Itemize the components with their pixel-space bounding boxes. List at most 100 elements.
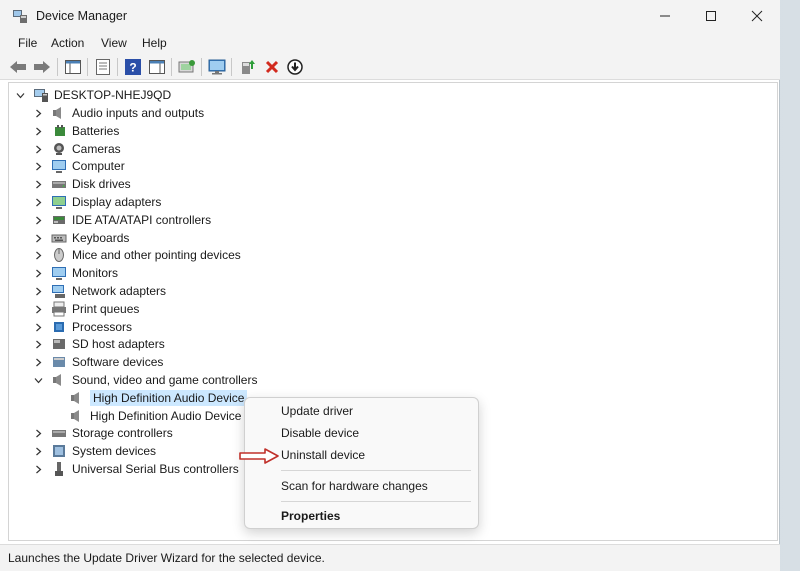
- ctx-separator: [281, 470, 471, 471]
- chevron-right-icon[interactable]: [33, 446, 43, 456]
- chevron-right-icon[interactable]: [33, 339, 43, 349]
- close-button[interactable]: [734, 0, 780, 32]
- update-driver-button[interactable]: [238, 57, 258, 77]
- tree-item-label: IDE ATA/ATAPI controllers: [72, 213, 212, 227]
- scan-changes-button[interactable]: [177, 57, 197, 77]
- menu-help[interactable]: Help: [142, 36, 167, 50]
- ctx-update-driver[interactable]: Update driver: [281, 404, 353, 418]
- tree-category[interactable]: Cameras: [33, 140, 121, 158]
- chevron-right-icon[interactable]: [33, 161, 43, 171]
- device-category-icon: [52, 285, 65, 298]
- tree-item-label: Audio inputs and outputs: [72, 106, 205, 120]
- chevron-right-icon[interactable]: [33, 179, 43, 189]
- device-category-icon: [52, 181, 66, 188]
- tree-item-label: Storage controllers: [72, 426, 173, 440]
- update-driver-icon: [242, 60, 255, 74]
- action-pane-button[interactable]: [147, 57, 167, 77]
- chevron-right-icon[interactable]: [33, 126, 43, 136]
- ctx-disable-device[interactable]: Disable device: [281, 426, 359, 440]
- tree-category[interactable]: Mice and other pointing devices: [33, 246, 241, 264]
- menu-action[interactable]: Action: [51, 36, 84, 50]
- computer-icon: [34, 89, 48, 102]
- ctx-uninstall-device[interactable]: Uninstall device: [281, 448, 365, 462]
- svg-text:?: ?: [129, 61, 136, 75]
- tree-item-label: Computer: [72, 159, 125, 173]
- chevron-down-icon[interactable]: [33, 375, 43, 385]
- forward-icon: [34, 61, 50, 73]
- device-category-icon: [71, 392, 79, 404]
- tree-category[interactable]: Software devices: [33, 353, 163, 371]
- device-category-icon: [52, 267, 66, 280]
- device-category-icon: [51, 234, 67, 243]
- tree-category[interactable]: Processors: [33, 318, 132, 336]
- tree-category[interactable]: Sound, video and game controllers: [33, 371, 257, 389]
- tree-item-label: SD host adapters: [72, 337, 165, 351]
- help-button[interactable]: ?: [123, 57, 143, 77]
- chevron-right-icon[interactable]: [33, 268, 43, 278]
- chevron-right-icon[interactable]: [33, 464, 43, 474]
- chevron-right-icon[interactable]: [33, 197, 43, 207]
- properties-button[interactable]: [93, 57, 113, 77]
- tree-category[interactable]: Print queues: [33, 300, 139, 318]
- chevron-right-icon[interactable]: [33, 144, 43, 154]
- computer-button[interactable]: [207, 57, 227, 77]
- tree-item-label: Network adapters: [72, 284, 167, 298]
- tree-item-label: Monitors: [72, 266, 119, 280]
- console-tree-button[interactable]: [63, 57, 83, 77]
- window-title: Device Manager: [36, 9, 128, 23]
- tree-category[interactable]: Keyboards: [33, 229, 129, 247]
- tree-category[interactable]: SD host adapters: [33, 335, 165, 353]
- chevron-right-icon[interactable]: [33, 304, 43, 314]
- tree-item-label: Print queues: [72, 302, 140, 316]
- device-category-icon: [54, 322, 64, 332]
- help-icon: ?: [125, 59, 141, 75]
- menu-view[interactable]: View: [101, 36, 127, 50]
- tree-category[interactable]: Network adapters: [33, 282, 166, 300]
- chevron-down-icon[interactable]: [15, 90, 25, 100]
- tree-category[interactable]: Display adapters: [33, 193, 161, 211]
- toolbar-separator: [87, 58, 88, 76]
- tree-category[interactable]: Computer: [33, 157, 125, 175]
- uninstall-button[interactable]: [262, 57, 282, 77]
- tree-category[interactable]: Disk drives: [33, 175, 131, 193]
- device-category-icon: [54, 143, 64, 155]
- tree-category[interactable]: Universal Serial Bus controllers: [33, 460, 239, 478]
- chevron-right-icon[interactable]: [33, 428, 43, 438]
- menu-file[interactable]: File: [18, 36, 37, 50]
- annotation-arrow-icon: [239, 448, 279, 464]
- disable-device-button[interactable]: [285, 57, 305, 77]
- chevron-right-icon[interactable]: [33, 233, 43, 243]
- close-icon: [751, 10, 763, 22]
- disable-device-icon: [287, 59, 303, 75]
- back-button[interactable]: [8, 57, 28, 77]
- chevron-right-icon[interactable]: [33, 286, 43, 296]
- tree-category[interactable]: Monitors: [33, 264, 118, 282]
- tree-device-item[interactable]: High Definition Audio Device: [69, 407, 241, 425]
- maximize-button[interactable]: [688, 0, 734, 32]
- chevron-right-icon[interactable]: [33, 215, 43, 225]
- toolbar-separator: [171, 58, 172, 76]
- toolbar: ?: [0, 54, 780, 80]
- device-category-icon: [71, 410, 79, 422]
- chevron-right-icon[interactable]: [33, 250, 43, 260]
- tree-category[interactable]: System devices: [33, 442, 156, 460]
- toolbar-separator: [117, 58, 118, 76]
- minimize-icon: [660, 15, 670, 17]
- tree-root[interactable]: DESKTOP-NHEJ9QD: [15, 86, 171, 104]
- tree-category[interactable]: Batteries: [33, 122, 119, 140]
- ctx-properties[interactable]: Properties: [281, 509, 340, 523]
- tree-category[interactable]: Storage controllers: [33, 424, 173, 442]
- tree-category[interactable]: Audio inputs and outputs: [33, 104, 204, 122]
- chevron-right-icon[interactable]: [33, 108, 43, 118]
- tree-device-item[interactable]: High Definition Audio Device: [69, 389, 248, 407]
- title-bar: Device Manager: [0, 0, 780, 32]
- device-category-icon: [52, 430, 66, 437]
- minimize-button[interactable]: [642, 0, 688, 32]
- chevron-right-icon[interactable]: [33, 357, 43, 367]
- tree-category[interactable]: IDE ATA/ATAPI controllers: [33, 211, 211, 229]
- device-category-icon: [54, 248, 64, 262]
- chevron-right-icon[interactable]: [33, 322, 43, 332]
- ctx-scan-hardware[interactable]: Scan for hardware changes: [281, 479, 428, 493]
- forward-button[interactable]: [32, 57, 52, 77]
- maximize-icon: [706, 11, 716, 21]
